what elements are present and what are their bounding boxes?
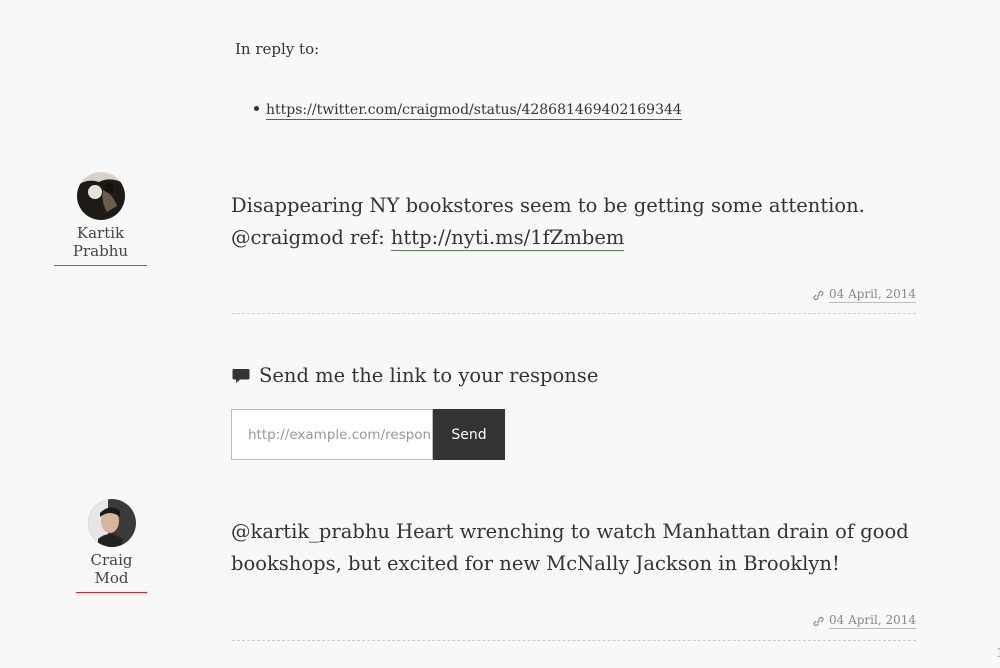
response-title: Send me the link to your response (259, 364, 599, 387)
link-icon (813, 616, 824, 626)
avatar[interactable] (87, 499, 136, 547)
reply-to-link[interactable]: https://twitter.com/craigmod/status/4286… (266, 102, 682, 120)
response-url-input[interactable] (231, 409, 433, 460)
list-item: https://twitter.com/craigmod/status/4286… (254, 100, 682, 120)
comment-text: Disappearing NY bookstores seem to be ge… (231, 190, 921, 254)
avatar-portrait-icon (87, 499, 136, 547)
author-name-link[interactable]: Craig Mod (76, 551, 147, 593)
in-reply-to-label: In reply to: (235, 40, 320, 58)
author-name-link[interactable]: Kartik Prabhu (54, 224, 147, 266)
comment-link[interactable]: http://nyti.ms/1fZmbem (390, 226, 625, 251)
response-form: Send (231, 409, 505, 460)
comment-text: @kartik_prabhu Heart wrenching to watch … (231, 520, 909, 575)
comment-date-link[interactable]: 04 April, 2014 (828, 287, 916, 303)
bullet-icon (254, 106, 259, 111)
comment-date-link[interactable]: 04 April, 2014 (828, 613, 916, 629)
comment-meta: 04 April, 2014 (813, 613, 916, 629)
corner-number: 1 (996, 646, 1000, 660)
divider (232, 640, 916, 641)
avatar[interactable] (76, 172, 125, 220)
comment-author[interactable]: Kartik Prabhu (54, 172, 147, 266)
comment-author[interactable]: Craig Mod (76, 499, 147, 593)
reply-links-list: https://twitter.com/craigmod/status/4286… (254, 100, 682, 120)
avatar-silhouette-icon (76, 172, 125, 220)
send-button[interactable]: Send (433, 409, 505, 460)
comment-meta: 04 April, 2014 (813, 287, 916, 303)
speech-bubble-icon (232, 368, 250, 383)
divider (232, 313, 916, 314)
link-icon (813, 290, 824, 300)
response-heading: Send me the link to your response (232, 364, 598, 387)
